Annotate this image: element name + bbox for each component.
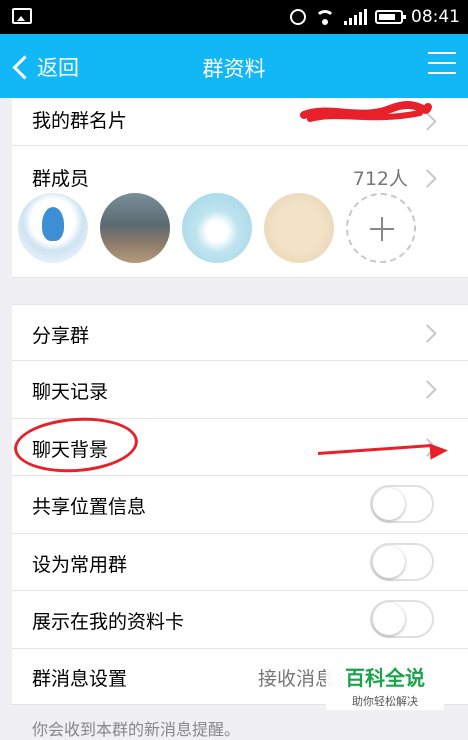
share-group-label: 分享群: [32, 325, 90, 347]
share-location-row: 共享位置信息: [12, 476, 468, 534]
wifi-icon: [314, 9, 336, 25]
share-group-row[interactable]: 分享群: [12, 304, 468, 361]
set-common-group-row: 设为常用群: [12, 534, 468, 591]
navigation-bar: 返回 群资料: [0, 34, 468, 98]
share-location-toggle[interactable]: [370, 485, 434, 523]
member-count: 712人: [352, 168, 408, 190]
alarm-icon: [290, 9, 306, 25]
add-member-button[interactable]: [346, 193, 416, 263]
chat-history-row[interactable]: 聊天记录: [12, 361, 468, 419]
message-settings-label: 群消息设置: [32, 668, 128, 690]
chevron-right-icon: [418, 324, 437, 343]
set-common-group-label: 设为常用群: [32, 554, 128, 576]
battery-icon: [375, 10, 406, 24]
status-time: 08:41: [411, 7, 460, 27]
chat-history-label: 聊天记录: [32, 381, 109, 403]
page-title: 群资料: [202, 57, 266, 81]
annotation-arrow-head: [429, 442, 449, 460]
group-members-label: 群成员: [32, 168, 90, 190]
set-common-group-toggle[interactable]: [370, 543, 434, 581]
chevron-right-icon: [418, 169, 437, 188]
member-avatars: [18, 193, 416, 263]
avatar[interactable]: [100, 193, 170, 263]
show-on-profile-label: 展示在我的资料卡: [32, 611, 185, 633]
my-group-card-label: 我的群名片: [32, 110, 128, 132]
avatar[interactable]: [264, 193, 334, 263]
redaction-scribble: [300, 101, 432, 122]
menu-button[interactable]: [428, 52, 456, 76]
gallery-icon: [12, 8, 32, 24]
show-on-profile-row: 展示在我的资料卡: [12, 591, 468, 649]
avatar[interactable]: [18, 193, 88, 263]
watermark: 百科全说 助你轻松解决: [326, 656, 444, 710]
watermark-subtitle: 助你轻松解决: [352, 695, 418, 708]
status-bar: 08:41: [0, 0, 468, 34]
watermark-title: 百科全说: [345, 666, 425, 690]
share-location-label: 共享位置信息: [32, 496, 147, 518]
signal-icon: [344, 9, 367, 25]
avatar[interactable]: [182, 193, 252, 263]
chevron-right-icon: [418, 380, 437, 399]
message-settings-value: 接收消息: [258, 668, 335, 690]
show-on-profile-toggle[interactable]: [370, 600, 434, 638]
footer-note: 你会收到本群的新消息提醒。: [32, 720, 241, 739]
